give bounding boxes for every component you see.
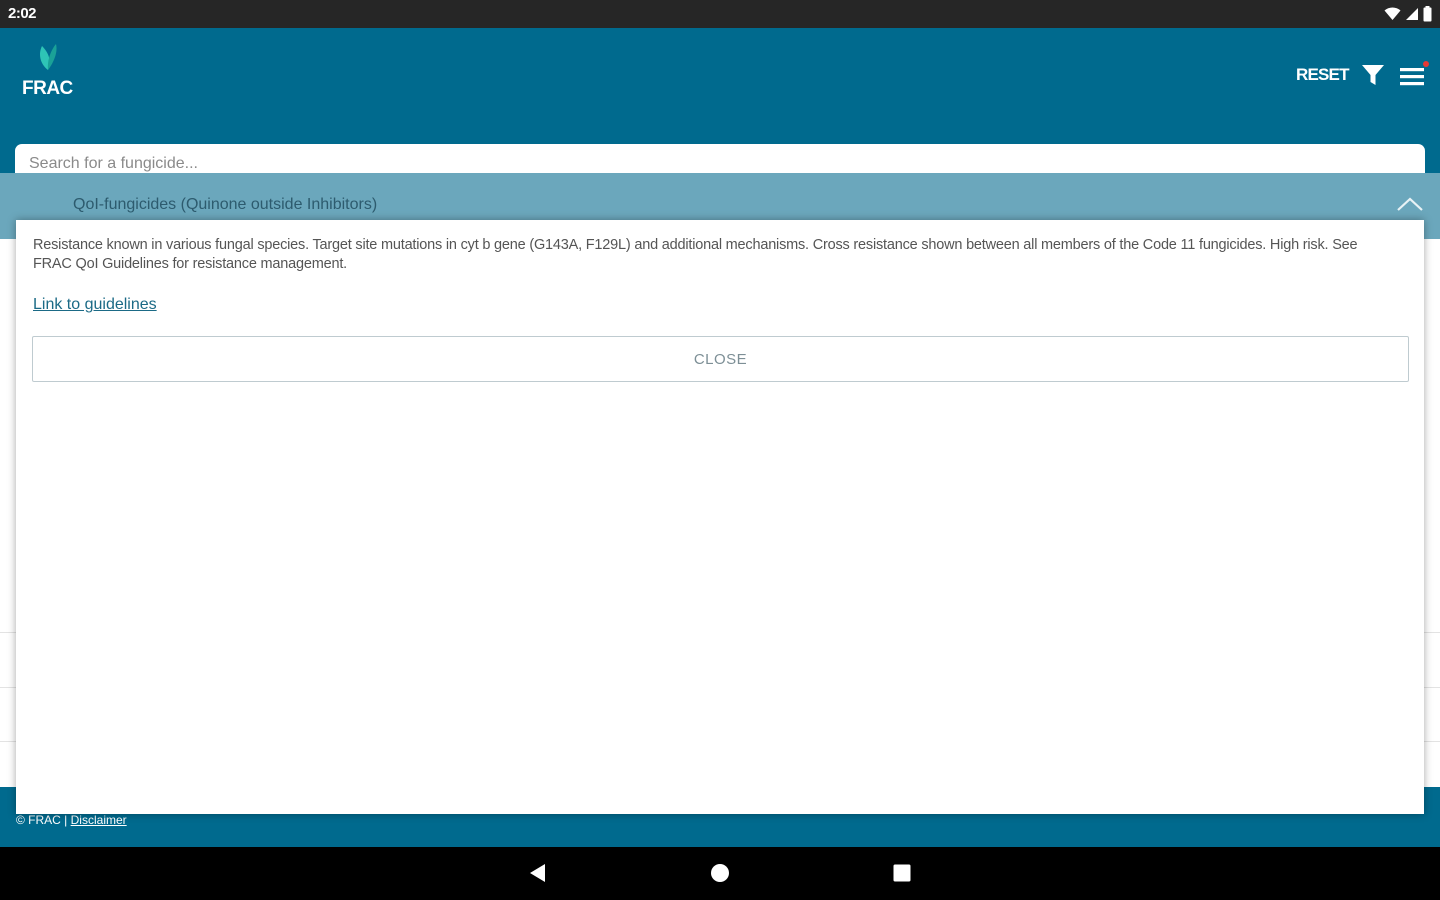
logo-text: FRAC bbox=[22, 78, 73, 99]
home-icon[interactable] bbox=[710, 863, 730, 883]
filter-icon[interactable] bbox=[1361, 64, 1385, 86]
reset-button[interactable]: RESET bbox=[1296, 65, 1349, 85]
wifi-icon bbox=[1384, 7, 1401, 20]
footer-text: © FRAC | Disclaimer bbox=[16, 813, 127, 827]
status-icons bbox=[1384, 6, 1432, 22]
cell-signal-icon bbox=[1406, 8, 1418, 20]
chevron-up-icon[interactable] bbox=[1396, 196, 1424, 212]
menu-icon[interactable] bbox=[1399, 61, 1429, 91]
disclaimer-link[interactable]: Disclaimer bbox=[71, 813, 127, 827]
resistance-description: Resistance known in various fungal speci… bbox=[33, 237, 1358, 272]
status-bar: 2:02 bbox=[0, 0, 1440, 28]
notification-dot bbox=[1423, 61, 1429, 67]
back-icon[interactable] bbox=[528, 863, 548, 883]
frac-logo[interactable]: FRAC bbox=[20, 42, 80, 102]
status-time: 2:02 bbox=[8, 5, 37, 22]
guidelines-link[interactable]: Link to guidelines bbox=[33, 296, 157, 314]
close-button[interactable]: CLOSE bbox=[32, 336, 1409, 382]
leaf-icon bbox=[40, 44, 57, 70]
group-title: QoI-fungicides (Quinone outside Inhibito… bbox=[73, 196, 378, 213]
system-nav-bar bbox=[0, 847, 1440, 900]
battery-icon bbox=[1423, 6, 1432, 22]
app-header: FRAC RESET bbox=[0, 28, 1440, 183]
resistance-info-dialog: Resistance known in various fungal speci… bbox=[16, 220, 1424, 814]
recents-icon[interactable] bbox=[892, 863, 912, 883]
copyright: © FRAC | bbox=[16, 813, 68, 827]
